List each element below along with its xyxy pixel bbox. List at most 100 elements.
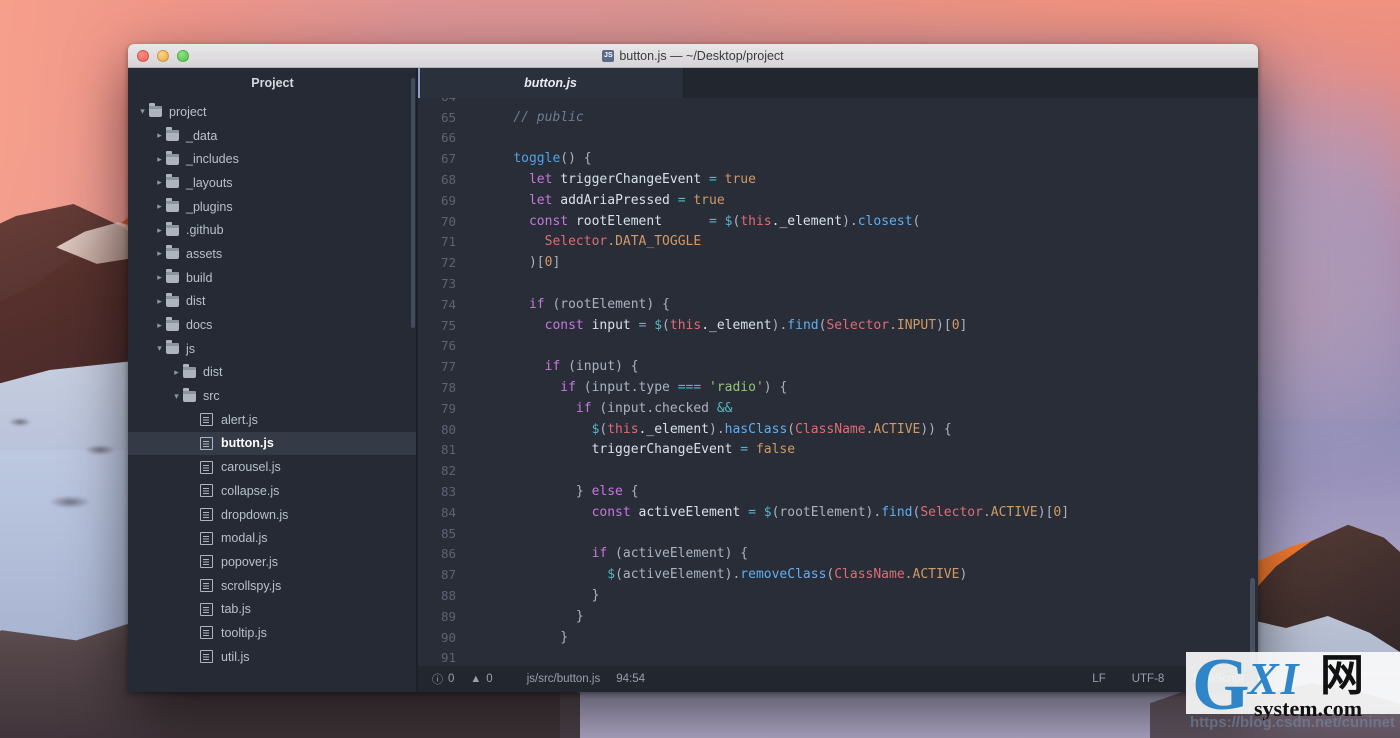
code-line-text[interactable]: } xyxy=(470,588,600,603)
code-viewport[interactable]: 6465 // public6667 toggle() {68 let trig… xyxy=(418,98,1258,666)
project-file-tree[interactable]: ▾ project ▸ _data ▸ _includes ▸ _layouts ▸ _plugi… xyxy=(128,98,417,692)
code-token: (rootElement) { xyxy=(544,296,670,312)
code-token: ] xyxy=(959,317,968,333)
tree-item-label: scrollspy.js xyxy=(221,578,282,593)
chevron-right-icon[interactable]: ▸ xyxy=(153,296,166,306)
tree-file-row[interactable]: popover.js xyxy=(128,550,417,574)
code-line-text[interactable]: if (input.checked && xyxy=(470,400,733,416)
line-ending-indicator[interactable]: LF xyxy=(1092,673,1105,685)
editor-scrollbar[interactable] xyxy=(1250,578,1255,666)
chevron-right-icon[interactable]: ▸ xyxy=(153,225,166,235)
chevron-right-icon[interactable]: ▸ xyxy=(153,320,166,330)
warning-triangle-icon: ▲ xyxy=(470,673,482,685)
tree-folder-row[interactable]: ▸ .github xyxy=(128,218,417,242)
code-line-text[interactable]: let triggerChangeEvent = true xyxy=(470,172,756,187)
line-number: 65 xyxy=(440,109,456,125)
chevron-right-icon[interactable]: ▸ xyxy=(153,178,166,187)
warning-count-group[interactable]: ▲ 0 xyxy=(470,673,492,685)
encoding-indicator[interactable]: UTF-8 xyxy=(1132,673,1165,685)
cursor-position[interactable]: 94:54 xyxy=(616,673,645,685)
tree-folder-row[interactable]: ▸ _data xyxy=(128,124,417,148)
chevron-right-icon[interactable]: ▸ xyxy=(153,273,166,282)
tree-file-row[interactable]: button.js xyxy=(128,431,417,456)
file-document-icon xyxy=(200,555,213,569)
tree-folder-row[interactable]: ▾ js xyxy=(128,337,417,361)
tree-file-row[interactable]: util.js xyxy=(128,645,417,669)
tree-file-row[interactable]: tab.js xyxy=(128,597,417,621)
code-line-text[interactable]: } xyxy=(470,630,568,645)
chevron-down-icon[interactable]: ▾ xyxy=(153,344,166,353)
code-line: 84 const activeElement = $(rootElement).… xyxy=(418,502,1258,523)
code-line-text[interactable]: if (input) { xyxy=(470,359,639,374)
chevron-down-icon[interactable]: ▾ xyxy=(170,391,183,401)
code-editor-pane: button.js 6465 // public6667 toggle() {6… xyxy=(418,68,1258,692)
code-line-text[interactable]: if (activeElement) { xyxy=(470,546,749,561)
tree-file-row[interactable]: alert.js xyxy=(128,408,417,432)
code-line-text[interactable]: triggerChangeEvent = false xyxy=(470,442,796,457)
tree-file-row[interactable]: carousel.js xyxy=(128,455,417,479)
window-body: Project ▾ project ▸ _data ▸ _includes ▸ _layout… xyxy=(128,68,1258,692)
chevron-right-icon[interactable]: ▸ xyxy=(170,367,183,377)
code-line-text[interactable]: // public xyxy=(470,110,583,125)
tree-file-row[interactable]: tooltip.js xyxy=(128,621,417,645)
chevron-right-icon[interactable]: ▸ xyxy=(153,131,166,140)
tree-folder-row[interactable]: ▸ dist xyxy=(128,290,417,314)
code-line-text[interactable]: $(activeElement).removeClass(ClassName.A… xyxy=(470,567,967,582)
code-line-text[interactable]: $(this._element).hasClass(ClassName.ACTI… xyxy=(470,422,952,437)
tree-folder-row[interactable]: ▸ dist xyxy=(128,361,417,385)
tree-folder-row[interactable]: ▸ _plugins xyxy=(128,195,417,219)
sidebar-scrollbar[interactable] xyxy=(411,78,415,328)
tree-file-row[interactable]: collapse.js xyxy=(128,479,417,503)
code-line-text[interactable]: if (input.type === 'radio') { xyxy=(470,380,787,395)
file-document-icon xyxy=(200,413,213,427)
tree-folder-row[interactable]: ▾ project xyxy=(128,100,417,124)
chevron-down-icon[interactable]: ▾ xyxy=(136,107,149,116)
tree-file-row[interactable]: scrollspy.js xyxy=(128,574,417,598)
code-token: && xyxy=(716,400,733,416)
line-number: 74 xyxy=(440,296,456,312)
code-line-text[interactable]: const input = $(this._element).find(Sele… xyxy=(470,317,968,333)
line-number: 87 xyxy=(440,567,456,583)
code-line: 91 xyxy=(418,648,1258,666)
tree-folder-row[interactable]: ▸ build xyxy=(128,266,417,290)
language-indicator[interactable]: JavaScript xyxy=(1190,673,1244,685)
chevron-right-icon[interactable]: ▸ xyxy=(153,202,166,211)
error-count-group[interactable]: ⓘ 0 xyxy=(432,671,454,687)
code-line-text[interactable]: )[0] xyxy=(470,255,560,270)
code-line: 70 const rootElement = $(this._element).… xyxy=(418,211,1258,232)
chevron-right-icon[interactable]: ▸ xyxy=(153,249,166,258)
tree-file-row[interactable]: modal.js xyxy=(128,526,417,550)
code-line-text[interactable]: let addAriaPressed = true xyxy=(470,193,725,208)
code-token: } xyxy=(482,484,592,500)
code-token: ( xyxy=(912,213,921,229)
tree-folder-row[interactable]: ▾ src xyxy=(128,384,417,408)
folder-icon xyxy=(149,103,162,118)
code-line-text[interactable]: } else { xyxy=(470,484,639,499)
maximize-button[interactable] xyxy=(177,49,189,62)
tree-item-label: docs xyxy=(186,318,213,333)
close-button[interactable] xyxy=(137,49,149,62)
tree-file-row[interactable]: dropdown.js xyxy=(128,503,417,527)
tab-button-js[interactable]: button.js xyxy=(418,68,684,98)
code-line-text[interactable]: const activeElement = $(rootElement).fin… xyxy=(470,505,1069,520)
code-token: } xyxy=(482,608,584,624)
code-line-text[interactable]: } xyxy=(470,609,584,624)
code-line-text[interactable]: Selector.DATA_TOGGLE xyxy=(470,234,702,249)
tree-folder-row[interactable]: ▸ assets xyxy=(128,242,417,266)
tree-folder-row[interactable]: ▸ _layouts xyxy=(128,171,417,195)
code-line-text[interactable]: toggle() { xyxy=(470,151,591,166)
tree-folder-row[interactable]: ▸ docs xyxy=(128,313,417,337)
minimize-button[interactable] xyxy=(157,49,169,62)
code-line-text[interactable]: const rootElement = $(this._element).clo… xyxy=(470,214,920,229)
line-number: 67 xyxy=(440,151,456,167)
tree-item-label: dist xyxy=(203,365,223,380)
status-bar: ⓘ 0 ▲ 0 js/src/button.js 94:54 LF UTF-8 … xyxy=(418,666,1258,692)
chevron-right-icon[interactable]: ▸ xyxy=(153,154,166,164)
code-token: const xyxy=(544,317,584,333)
tree-item-label: src xyxy=(203,389,220,404)
tree-folder-row[interactable]: ▸ _includes xyxy=(128,147,417,171)
window-titlebar[interactable]: JS button.js — ~/Desktop/project xyxy=(128,44,1258,68)
code-line-text[interactable]: if (rootElement) { xyxy=(470,297,670,312)
